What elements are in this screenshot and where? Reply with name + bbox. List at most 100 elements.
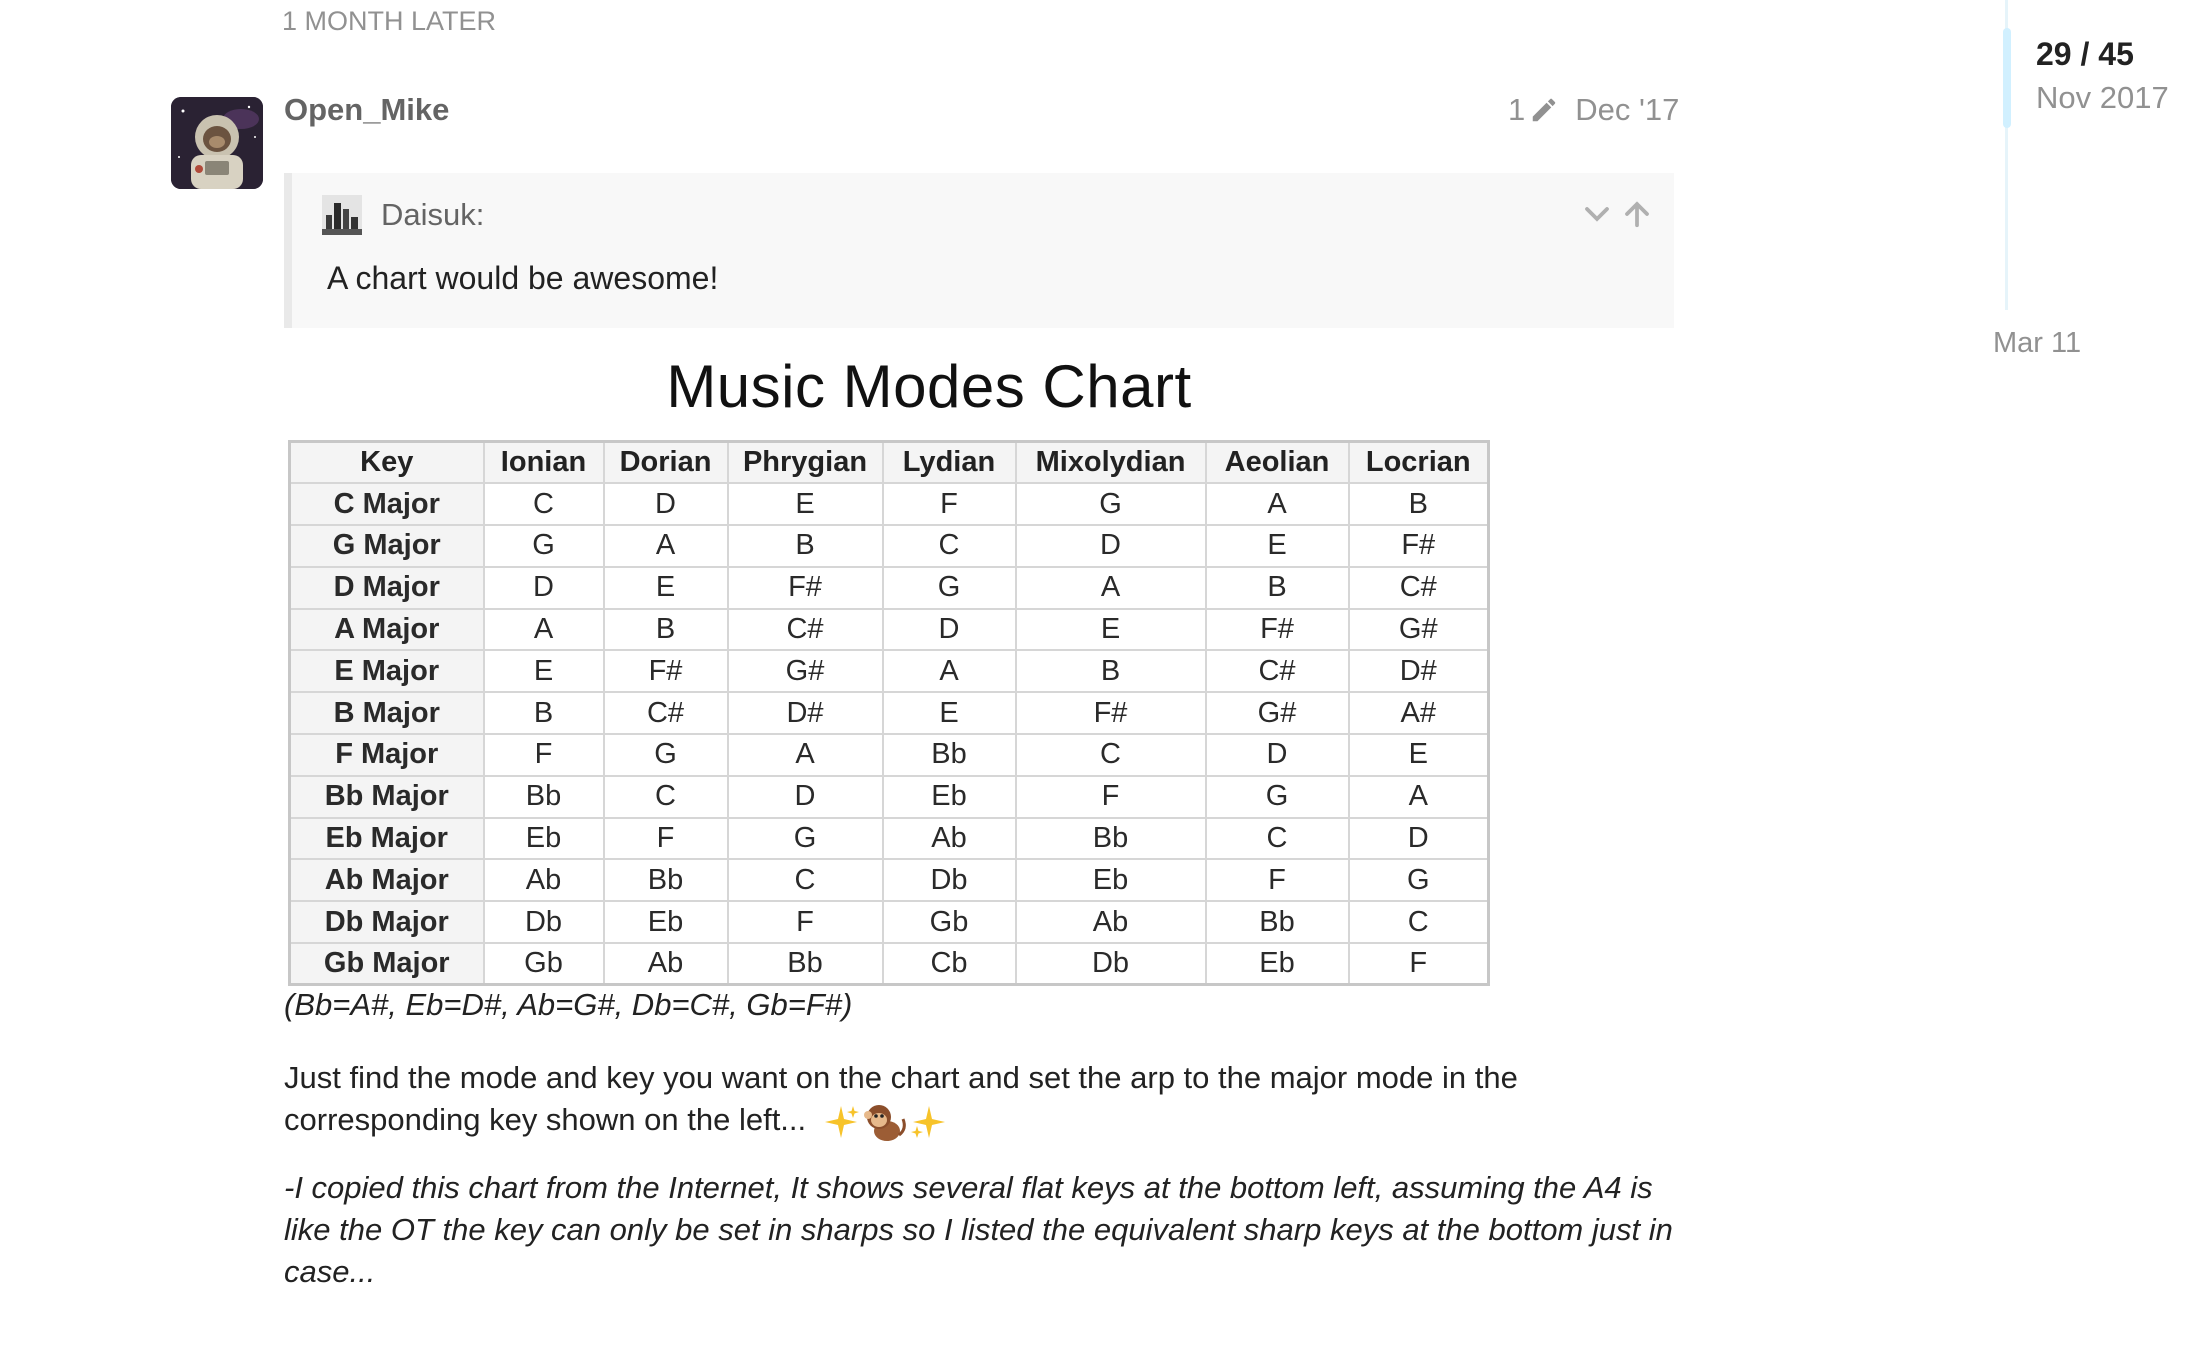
table-cell: C — [726, 858, 884, 903]
table-cell: D — [881, 607, 1017, 652]
table-key-cell: Bb Major — [288, 774, 485, 819]
table-cell: G — [881, 565, 1017, 610]
table-cell: C — [1204, 816, 1350, 861]
table-cell: B — [1014, 649, 1207, 694]
table-cell: F# — [1204, 607, 1350, 652]
table-cell: F# — [602, 649, 729, 694]
table-row: G Major G A B C D E F# — [288, 524, 1490, 568]
table-cell: A# — [1347, 691, 1490, 736]
user-avatar[interactable] — [171, 97, 263, 189]
quote-text: A chart would be awesome! — [327, 260, 719, 296]
table-cell: G# — [726, 649, 884, 694]
table-cell: Bb — [1204, 900, 1350, 945]
quote-author: Daisuk: — [381, 197, 485, 232]
table-header-cell: Mixolydian — [1014, 440, 1207, 485]
chevron-down-icon[interactable] — [1582, 199, 1612, 229]
modes-table: Key Ionian Dorian Phrygian Lydian Mixolydian A… — [288, 440, 1490, 987]
table-cell: D — [482, 565, 605, 610]
pencil-icon[interactable] — [1529, 95, 1559, 125]
table-cell: Bb — [726, 942, 884, 986]
table-cell: Db — [881, 858, 1017, 903]
table-cell: E — [1347, 733, 1490, 777]
table-cell: G# — [1347, 607, 1490, 652]
table-cell: F# — [1347, 524, 1490, 568]
edit-count[interactable]: 1 — [1508, 92, 1525, 128]
table-cell: Eb — [881, 774, 1017, 819]
timeline-current-date: Nov 2017 — [2036, 80, 2169, 115]
table-cell: B — [1204, 565, 1350, 610]
table-key-cell: F Major — [288, 733, 485, 777]
table-cell: F — [1204, 858, 1350, 903]
table-cell: E — [482, 649, 605, 694]
table-row: F Major F G A Bb C D E — [288, 733, 1490, 777]
table-cell: Bb — [881, 733, 1017, 777]
quote-author-avatar — [322, 195, 362, 235]
table-cell: Eb — [602, 900, 729, 945]
table-cell: D — [726, 774, 884, 819]
quote-block: Daisuk: A chart would be awesome! — [284, 173, 1674, 328]
table-header-cell: Key — [288, 440, 485, 485]
table-cell: D# — [1347, 649, 1490, 694]
table-row: D Major D E F# G A B C# — [288, 565, 1490, 610]
table-body: C Major C D E F G A B G Major G A B C D E F# D Major D E F#… — [288, 482, 1490, 986]
table-cell: C# — [726, 607, 884, 652]
monkey-icon — [863, 1104, 906, 1141]
table-cell: D — [1347, 816, 1490, 861]
table-header-row: Key Ionian Dorian Phrygian Lydian Mixolydian A… — [288, 440, 1490, 485]
table-header-cell: Dorian — [602, 440, 729, 485]
table-cell: G — [482, 524, 605, 568]
table-cell: Ab — [881, 816, 1017, 861]
table-cell: Eb — [482, 816, 605, 861]
table-cell: C — [482, 482, 605, 527]
table-key-cell: C Major — [288, 482, 485, 527]
timeline-post-position[interactable]: 29 / 45 — [2036, 36, 2134, 73]
time-gap-label: 1 MONTH LATER — [282, 6, 497, 36]
table-cell: F — [1347, 942, 1490, 986]
table-cell: B — [726, 524, 884, 568]
table-row: Bb Major Bb C D Eb F G A — [288, 774, 1490, 819]
table-cell: E — [726, 482, 884, 527]
table-row: Eb Major Eb F G Ab Bb C D — [288, 816, 1490, 861]
table-key-cell: G Major — [288, 524, 485, 568]
table-cell: C — [1014, 733, 1207, 777]
topic-timeline-handle[interactable] — [2003, 28, 2011, 128]
table-cell: Db — [482, 900, 605, 945]
table-cell: C — [1347, 900, 1490, 945]
table-key-cell: Db Major — [288, 900, 485, 945]
table-cell: A — [602, 524, 729, 568]
table-cell: G — [1347, 858, 1490, 903]
table-cell: Bb — [482, 774, 605, 819]
table-cell: Bb — [1014, 816, 1207, 861]
post-username[interactable]: Open_Mike — [284, 92, 449, 128]
emoji-group — [821, 1101, 949, 1143]
table-cell: A — [1204, 482, 1350, 527]
table-cell: D — [1204, 733, 1350, 777]
table-row: A Major A B C# D E F# G# — [288, 607, 1490, 652]
table-cell: E — [881, 691, 1017, 736]
table-cell: G — [602, 733, 729, 777]
quote-controls — [1582, 199, 1652, 229]
table-cell: Gb — [482, 942, 605, 986]
table-cell: D — [602, 482, 729, 527]
post-paragraph-note: -I copied this chart from the Internet, … — [284, 1170, 1673, 1289]
table-cell: F — [482, 733, 605, 777]
table-cell: A — [881, 649, 1017, 694]
table-cell: Eb — [1204, 942, 1350, 986]
table-cell: Ab — [602, 942, 729, 986]
table-cell: E — [1204, 524, 1350, 568]
timeline-end-date[interactable]: Mar 11 — [1993, 327, 2081, 360]
table-key-cell: Ab Major — [288, 858, 485, 903]
table-key-cell: D Major — [288, 565, 485, 610]
post-paragraph-instructions: Just find the mode and key you want on t… — [284, 1057, 1674, 1143]
table-row: B Major B C# D# E F# G# A# — [288, 691, 1490, 736]
post-date[interactable]: Dec '17 — [1575, 92, 1679, 128]
table-cell: Ab — [1014, 900, 1207, 945]
arrow-up-icon[interactable] — [1622, 199, 1652, 229]
sharp-equivalents-note: (Bb=A#, Eb=D#, Ab=G#, Db=C#, Gb=F#) — [284, 987, 853, 1022]
chart-title: Music Modes Chart — [666, 353, 1192, 420]
table-cell: C# — [1347, 565, 1490, 610]
table-cell: F — [602, 816, 729, 861]
table-cell: G — [1204, 774, 1350, 819]
table-cell: G — [726, 816, 884, 861]
table-key-cell: Eb Major — [288, 816, 485, 861]
